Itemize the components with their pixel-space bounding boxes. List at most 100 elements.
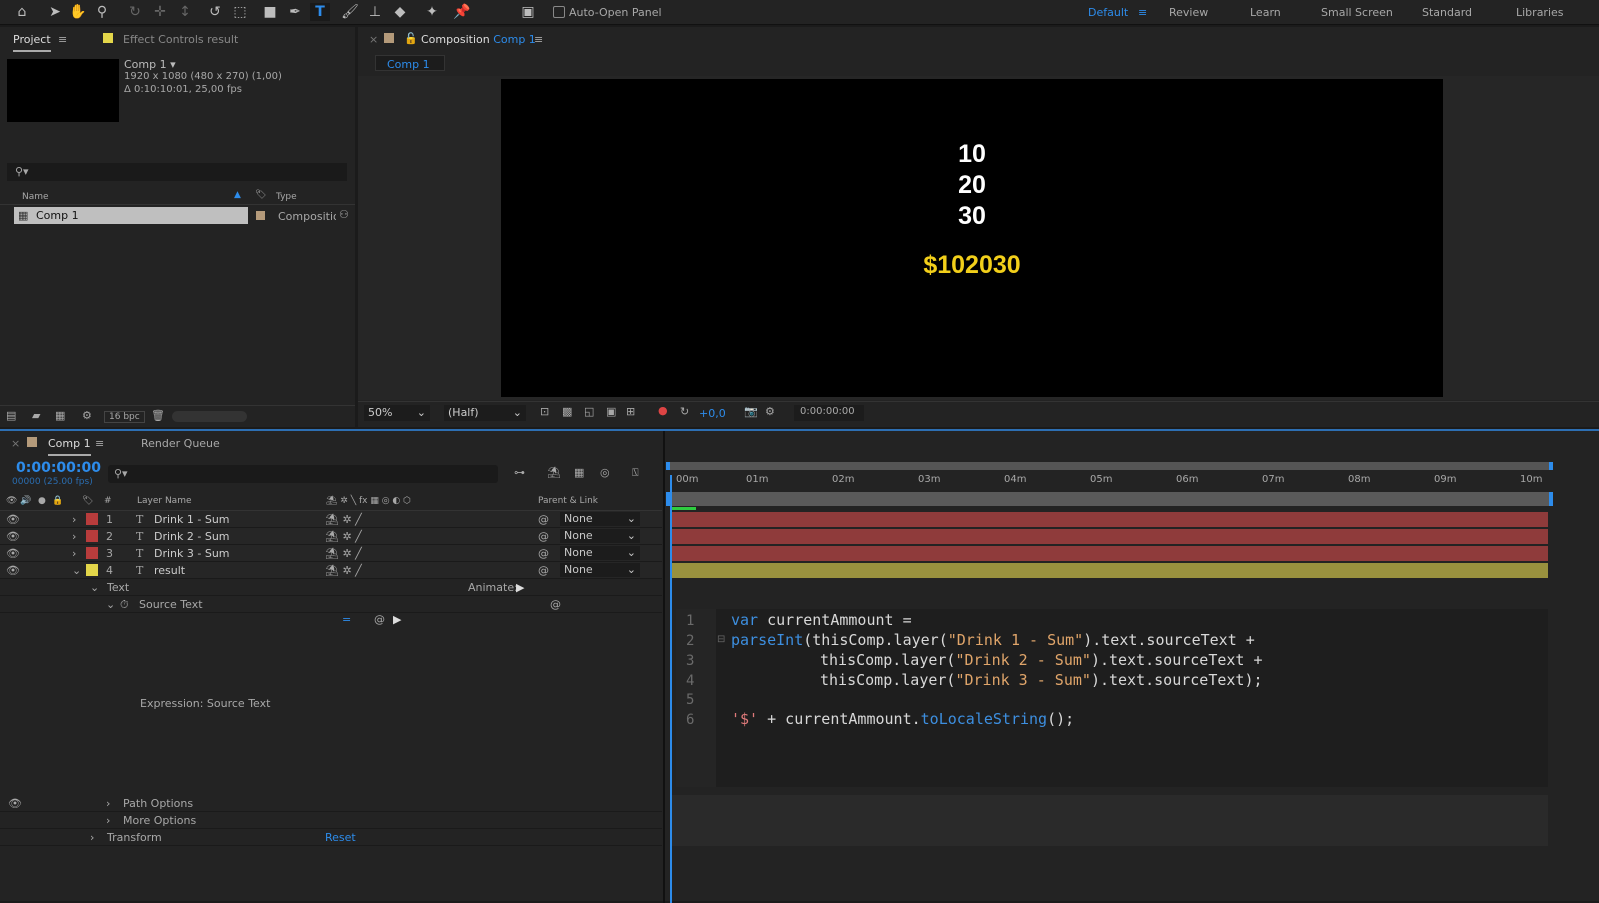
- close-timeline-icon[interactable]: ×: [11, 437, 20, 450]
- expand-chevron-icon[interactable]: ›: [106, 814, 110, 827]
- collapse-chevron-icon[interactable]: ⌄: [106, 598, 115, 611]
- eraser-tool-icon[interactable]: ◆: [390, 3, 410, 21]
- layer-name[interactable]: result: [154, 564, 185, 577]
- expand-chevron-icon[interactable]: ›: [90, 831, 94, 844]
- reset-exposure-icon[interactable]: ↻: [680, 405, 689, 418]
- workspace-learn[interactable]: Learn: [1250, 6, 1281, 19]
- layer-label-color[interactable]: [86, 530, 98, 542]
- comp-breadcrumb[interactable]: Comp 1: [375, 55, 445, 71]
- eye-icon[interactable]: 👁: [6, 564, 20, 577]
- audio-switch-icon[interactable]: 🔊: [20, 496, 31, 506]
- workspace-small-screen[interactable]: Small Screen: [1321, 6, 1393, 19]
- solo-icon[interactable]: ●: [38, 496, 46, 506]
- anchor-tool-icon[interactable]: ⬚: [230, 3, 250, 21]
- show-snapshot-icon[interactable]: ⚙: [765, 405, 775, 418]
- video-switch-icon[interactable]: 👁: [6, 496, 17, 506]
- exposure-value[interactable]: +0,0: [699, 407, 726, 420]
- eye-icon[interactable]: 👁: [6, 547, 20, 560]
- pickwhip-icon[interactable]: @: [538, 530, 549, 543]
- workspace-libraries[interactable]: Libraries: [1516, 6, 1564, 19]
- pickwhip-icon[interactable]: @: [538, 564, 549, 577]
- rotate-tool-icon[interactable]: ↺: [205, 3, 225, 21]
- project-item-comp1[interactable]: Comp 1: [14, 207, 248, 224]
- brush-tool-icon[interactable]: 🖌: [340, 3, 360, 21]
- fast-previews-icon[interactable]: ⊡: [540, 405, 549, 418]
- roto-brush-icon[interactable]: ✦: [422, 3, 442, 21]
- reset-link[interactable]: Reset: [325, 831, 356, 844]
- tab-effect-controls[interactable]: Effect Controls result: [123, 33, 238, 46]
- parent-dropdown[interactable]: None ⌄: [560, 563, 640, 577]
- interpret-footage-icon[interactable]: ▤: [6, 409, 16, 422]
- expand-chevron-icon[interactable]: ›: [72, 530, 76, 543]
- column-number[interactable]: #: [104, 496, 112, 506]
- pickwhip-icon[interactable]: @: [538, 547, 549, 560]
- expression-pickwhip-icon[interactable]: @: [374, 613, 385, 626]
- bit-depth-button[interactable]: 16 bpc: [104, 411, 145, 423]
- current-time-field[interactable]: 0:00:00:00: [794, 405, 864, 421]
- type-tool-icon[interactable]: T: [310, 3, 330, 21]
- layer-row[interactable]: 👁 ⌄ 4 T result ⛱ ✲ ╱ @ None ⌄: [0, 562, 662, 579]
- expand-chevron-icon[interactable]: ›: [72, 547, 76, 560]
- layer-bar-4[interactable]: [672, 563, 1548, 578]
- comp-flowchart-icon[interactable]: ⊶: [514, 466, 525, 479]
- animate-menu-icon[interactable]: ▶: [516, 581, 524, 594]
- workspace-menu-icon[interactable]: ≡: [1138, 6, 1147, 19]
- parent-dropdown[interactable]: None ⌄: [560, 546, 640, 560]
- layer-bar-2[interactable]: [672, 529, 1548, 544]
- puppet-pin-icon[interactable]: 📌: [452, 3, 472, 21]
- selection-tool-icon[interactable]: ➤: [45, 3, 65, 21]
- auto-open-checkbox[interactable]: [553, 6, 565, 18]
- eye-icon[interactable]: 👁: [6, 513, 20, 526]
- layer-switches[interactable]: ⛱ ✲ ╱: [325, 547, 362, 560]
- project-settings-icon[interactable]: ⚙: [82, 409, 92, 422]
- column-type[interactable]: Type: [276, 192, 297, 202]
- layer-label-color[interactable]: [86, 513, 98, 525]
- column-layer-name[interactable]: Layer Name: [137, 496, 192, 506]
- home-icon[interactable]: ⌂: [12, 3, 32, 21]
- pickwhip-icon[interactable]: @: [538, 513, 549, 526]
- transform-row[interactable]: › Transform Reset: [0, 829, 662, 846]
- panel-icon[interactable]: ▣: [518, 3, 538, 21]
- layer-row[interactable]: 👁 › 1 T Drink 1 - Sum ⛱ ✲ ╱ @ None ⌄: [0, 511, 662, 528]
- region-of-interest-icon[interactable]: ▣: [606, 405, 616, 418]
- frame-blending-icon[interactable]: ▦: [574, 466, 584, 479]
- new-folder-icon[interactable]: ▰: [32, 409, 40, 422]
- expression-enable-icon[interactable]: =: [342, 613, 351, 626]
- parent-dropdown[interactable]: None ⌄: [560, 529, 640, 543]
- more-options-row[interactable]: › More Options: [0, 812, 662, 829]
- graph-editor-icon[interactable]: ⍂: [632, 466, 639, 480]
- layer-row[interactable]: 👁 › 3 T Drink 3 - Sum ⛱ ✲ ╱ @ None ⌄: [0, 545, 662, 562]
- close-tab-icon[interactable]: ×: [369, 33, 378, 46]
- stopwatch-icon[interactable]: ⏱: [120, 598, 129, 612]
- project-search-input[interactable]: ⚲▾: [7, 163, 347, 181]
- zoom-tool-icon[interactable]: ⚲: [92, 3, 112, 21]
- label-column-icon[interactable]: 🏷: [82, 496, 93, 506]
- text-property-row[interactable]: ⌄ Text Animate: ▶: [0, 579, 662, 596]
- shy-layers-icon[interactable]: ⛱: [547, 466, 561, 479]
- grid-guides-icon[interactable]: ⊞: [626, 405, 635, 418]
- clone-stamp-icon[interactable]: ⊥: [365, 3, 385, 21]
- delete-icon[interactable]: 🗑: [151, 409, 165, 422]
- label-tag-icon[interactable]: 🏷: [255, 190, 266, 200]
- thumbnail-slider[interactable]: [172, 411, 247, 422]
- tab-project[interactable]: Project: [13, 33, 51, 52]
- layer-switches[interactable]: ⛱ ✲ ╱: [325, 513, 362, 526]
- current-time-display[interactable]: 0:00:00:00: [16, 460, 101, 476]
- rectangle-tool-icon[interactable]: ■: [260, 3, 280, 21]
- zoom-dropdown[interactable]: 50% ⌄: [364, 405, 430, 421]
- pen-tool-icon[interactable]: ✒: [285, 3, 305, 21]
- transparency-grid-icon[interactable]: ▩: [562, 405, 572, 418]
- lock-column-icon[interactable]: 🔒: [52, 496, 63, 506]
- parent-dropdown[interactable]: None ⌄: [560, 512, 640, 526]
- motion-blur-icon[interactable]: ◎: [600, 466, 610, 479]
- dolly-tool-icon[interactable]: ↕: [175, 3, 195, 21]
- collapse-chevron-icon[interactable]: ⌄: [90, 581, 99, 594]
- collapse-chevron-icon[interactable]: ⌄: [72, 564, 81, 577]
- workspace-default[interactable]: Default: [1088, 6, 1128, 19]
- flowchart-icon[interactable]: ⚇: [339, 208, 349, 221]
- sort-ascending-icon[interactable]: ▲: [234, 190, 241, 200]
- resolution-dropdown[interactable]: (Half) ⌄: [444, 405, 526, 421]
- fold-icon[interactable]: ⊟: [717, 634, 725, 645]
- column-parent-link[interactable]: Parent & Link: [538, 496, 598, 506]
- workspace-review[interactable]: Review: [1169, 6, 1208, 19]
